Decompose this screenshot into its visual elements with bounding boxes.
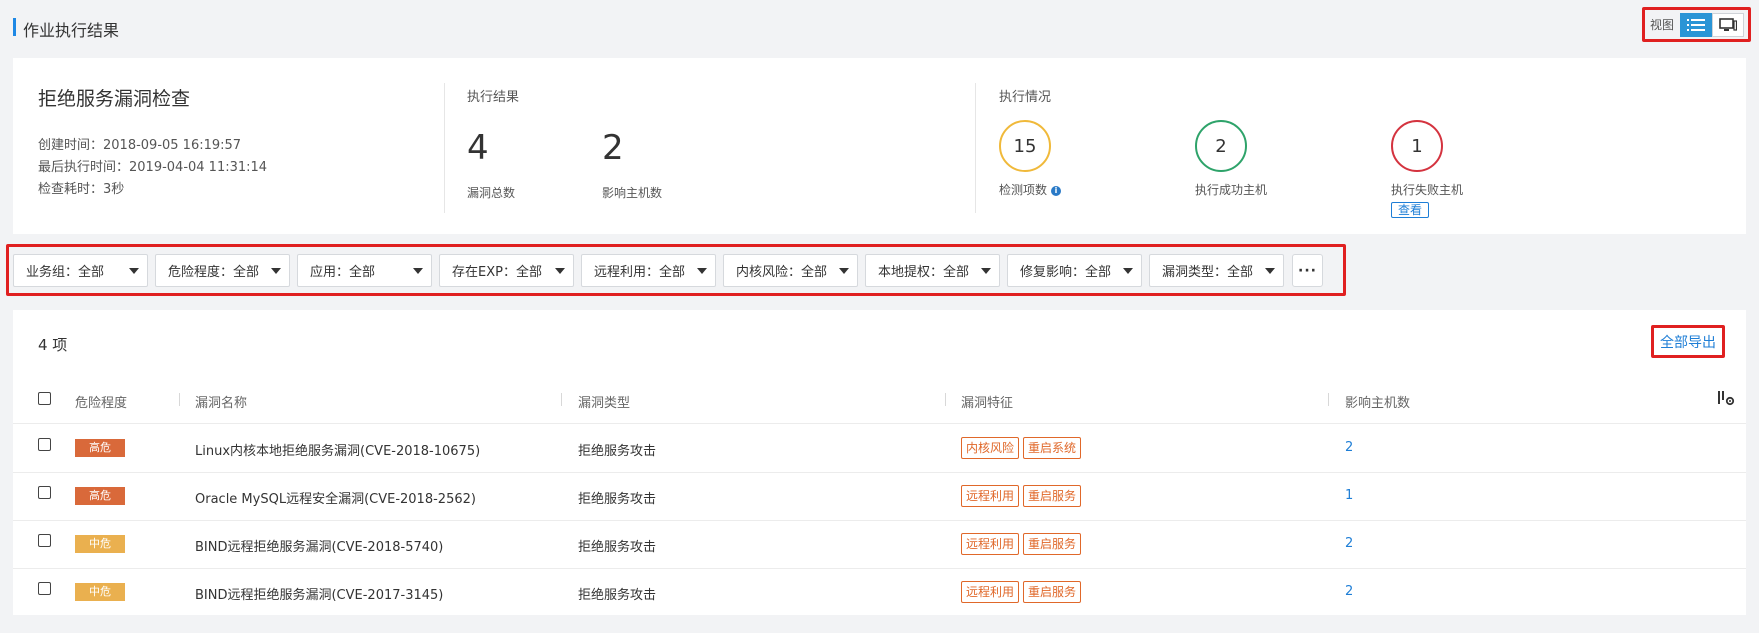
severity-badge: 中危: [75, 583, 125, 601]
column-separator[interactable]: [1328, 393, 1329, 406]
feature-tag: 远程利用: [961, 485, 1020, 507]
export-highlight: 全部导出: [1651, 325, 1725, 358]
divider: [444, 83, 445, 213]
result-count: 4 项: [38, 336, 68, 354]
created-time: 创建时间：2018-09-05 16:19:57: [38, 138, 242, 153]
vuln-total-label: 漏洞总数: [467, 186, 516, 200]
title-accent-bar: [13, 18, 16, 36]
caret-down-icon: [129, 268, 139, 274]
fail-hosts-label: 执行失败主机: [1391, 183, 1464, 197]
list-icon: [1687, 18, 1706, 31]
feature-tag: 重启服务: [1023, 533, 1082, 555]
success-hosts-label: 执行成功主机: [1195, 183, 1268, 197]
view-switcher: 视图: [1642, 7, 1751, 42]
view-failed-button[interactable]: 查看: [1391, 202, 1430, 218]
feature-tag: 重启系统: [1023, 437, 1082, 459]
filter-business-group[interactable]: 业务组：全部: [13, 254, 148, 287]
exec-section-label: 执行情况: [999, 90, 1052, 105]
row-divider: [13, 520, 1746, 521]
row-checkbox[interactable]: [38, 582, 51, 595]
vuln-name[interactable]: BIND远程拒绝服务漏洞(CVE-2017-3145): [195, 584, 443, 603]
more-filters-button[interactable]: ···: [1292, 254, 1323, 287]
vuln-name[interactable]: BIND远程拒绝服务漏洞(CVE-2018-5740): [195, 536, 443, 555]
row-checkbox[interactable]: [38, 534, 51, 547]
check-duration: 检查耗时：3秒: [38, 182, 125, 197]
affected-hosts-link[interactable]: 1: [1345, 488, 1353, 503]
filter-remote[interactable]: 远程利用：全部: [581, 254, 716, 287]
vuln-name[interactable]: Linux内核本地拒绝服务漏洞(CVE-2018-10675): [195, 440, 480, 459]
select-all-checkbox[interactable]: [38, 392, 51, 405]
row-checkbox[interactable]: [38, 438, 51, 451]
filter-exp[interactable]: 存在EXP：全部: [439, 254, 574, 287]
column-separator[interactable]: [179, 393, 180, 406]
filter-application[interactable]: 应用：全部: [297, 254, 432, 287]
filter-local-priv[interactable]: 本地提权：全部: [865, 254, 1000, 287]
divider: [975, 83, 976, 213]
header-type[interactable]: 漏洞类型: [578, 392, 630, 411]
header-hosts[interactable]: 影响主机数: [1345, 392, 1410, 411]
severity-badge: 中危: [75, 535, 125, 553]
export-all-link[interactable]: 全部导出: [1660, 332, 1716, 352]
row-divider: [13, 423, 1746, 424]
affected-hosts: 2: [602, 128, 624, 168]
vuln-name[interactable]: Oracle MySQL远程安全漏洞(CVE-2018-2562): [195, 488, 476, 507]
affected-hosts-link[interactable]: 2: [1345, 536, 1353, 551]
feature-tag: 远程利用: [961, 581, 1020, 603]
affected-hosts-link[interactable]: 2: [1345, 440, 1353, 455]
severity-badge: 高危: [75, 487, 125, 505]
filter-vuln-type[interactable]: 漏洞类型：全部: [1149, 254, 1284, 287]
column-separator[interactable]: [945, 393, 946, 406]
results-table-card: 4 项 全部导出 危险程度 漏洞名称 漏洞类型 漏洞特征 影响主机数 高危 Li…: [13, 310, 1746, 615]
caret-down-icon: [839, 268, 849, 274]
row-divider: [13, 472, 1746, 473]
check-items-label: 检测项数 i: [999, 181, 1062, 198]
result-section-label: 执行结果: [467, 90, 520, 105]
filter-severity[interactable]: 危险程度：全部: [155, 254, 290, 287]
filter-fix-impact[interactable]: 修复影响：全部: [1007, 254, 1142, 287]
screen-view-button[interactable]: [1712, 12, 1745, 37]
caret-down-icon: [697, 268, 707, 274]
check-items-circle: 15: [999, 120, 1051, 172]
summary-card: 拒绝服务漏洞检查 创建时间：2018-09-05 16:19:57 最后执行时间…: [13, 58, 1746, 234]
header-name[interactable]: 漏洞名称: [195, 392, 247, 411]
caret-down-icon: [271, 268, 281, 274]
list-view-button[interactable]: [1680, 12, 1713, 37]
severity-badge: 高危: [75, 439, 125, 457]
view-label: 视图: [1650, 18, 1675, 32]
feature-tag: 重启服务: [1023, 581, 1082, 603]
caret-down-icon: [1123, 268, 1133, 274]
success-hosts-circle: 2: [1195, 120, 1247, 172]
vuln-type: 拒绝服务攻击: [578, 492, 657, 507]
job-name: 拒绝服务漏洞检查: [38, 88, 191, 110]
filter-kernel[interactable]: 内核风险：全部: [723, 254, 858, 287]
column-settings-icon[interactable]: [1717, 390, 1735, 406]
vuln-type: 拒绝服务攻击: [578, 540, 657, 555]
vuln-total: 4: [467, 128, 489, 168]
feature-tag: 远程利用: [961, 533, 1020, 555]
row-checkbox[interactable]: [38, 486, 51, 499]
row-divider: [13, 568, 1746, 569]
fail-hosts-circle: 1: [1391, 120, 1443, 172]
affected-hosts-label: 影响主机数: [602, 186, 663, 200]
monitor-icon: [1719, 17, 1738, 31]
vuln-type: 拒绝服务攻击: [578, 444, 657, 459]
caret-down-icon: [413, 268, 423, 274]
header-severity[interactable]: 危险程度: [75, 392, 127, 411]
feature-tag: 重启服务: [1023, 485, 1082, 507]
column-separator[interactable]: [561, 393, 562, 406]
header-features[interactable]: 漏洞特征: [961, 392, 1013, 411]
feature-tag: 内核风险: [961, 437, 1020, 459]
vuln-type: 拒绝服务攻击: [578, 588, 657, 603]
caret-down-icon: [555, 268, 565, 274]
last-run-time: 最后执行时间：2019-04-04 11:31:14: [38, 160, 268, 175]
info-icon[interactable]: i: [1051, 185, 1062, 196]
caret-down-icon: [1265, 268, 1275, 274]
caret-down-icon: [981, 268, 991, 274]
affected-hosts-link[interactable]: 2: [1345, 584, 1353, 599]
page-title: 作业执行结果: [23, 21, 120, 40]
